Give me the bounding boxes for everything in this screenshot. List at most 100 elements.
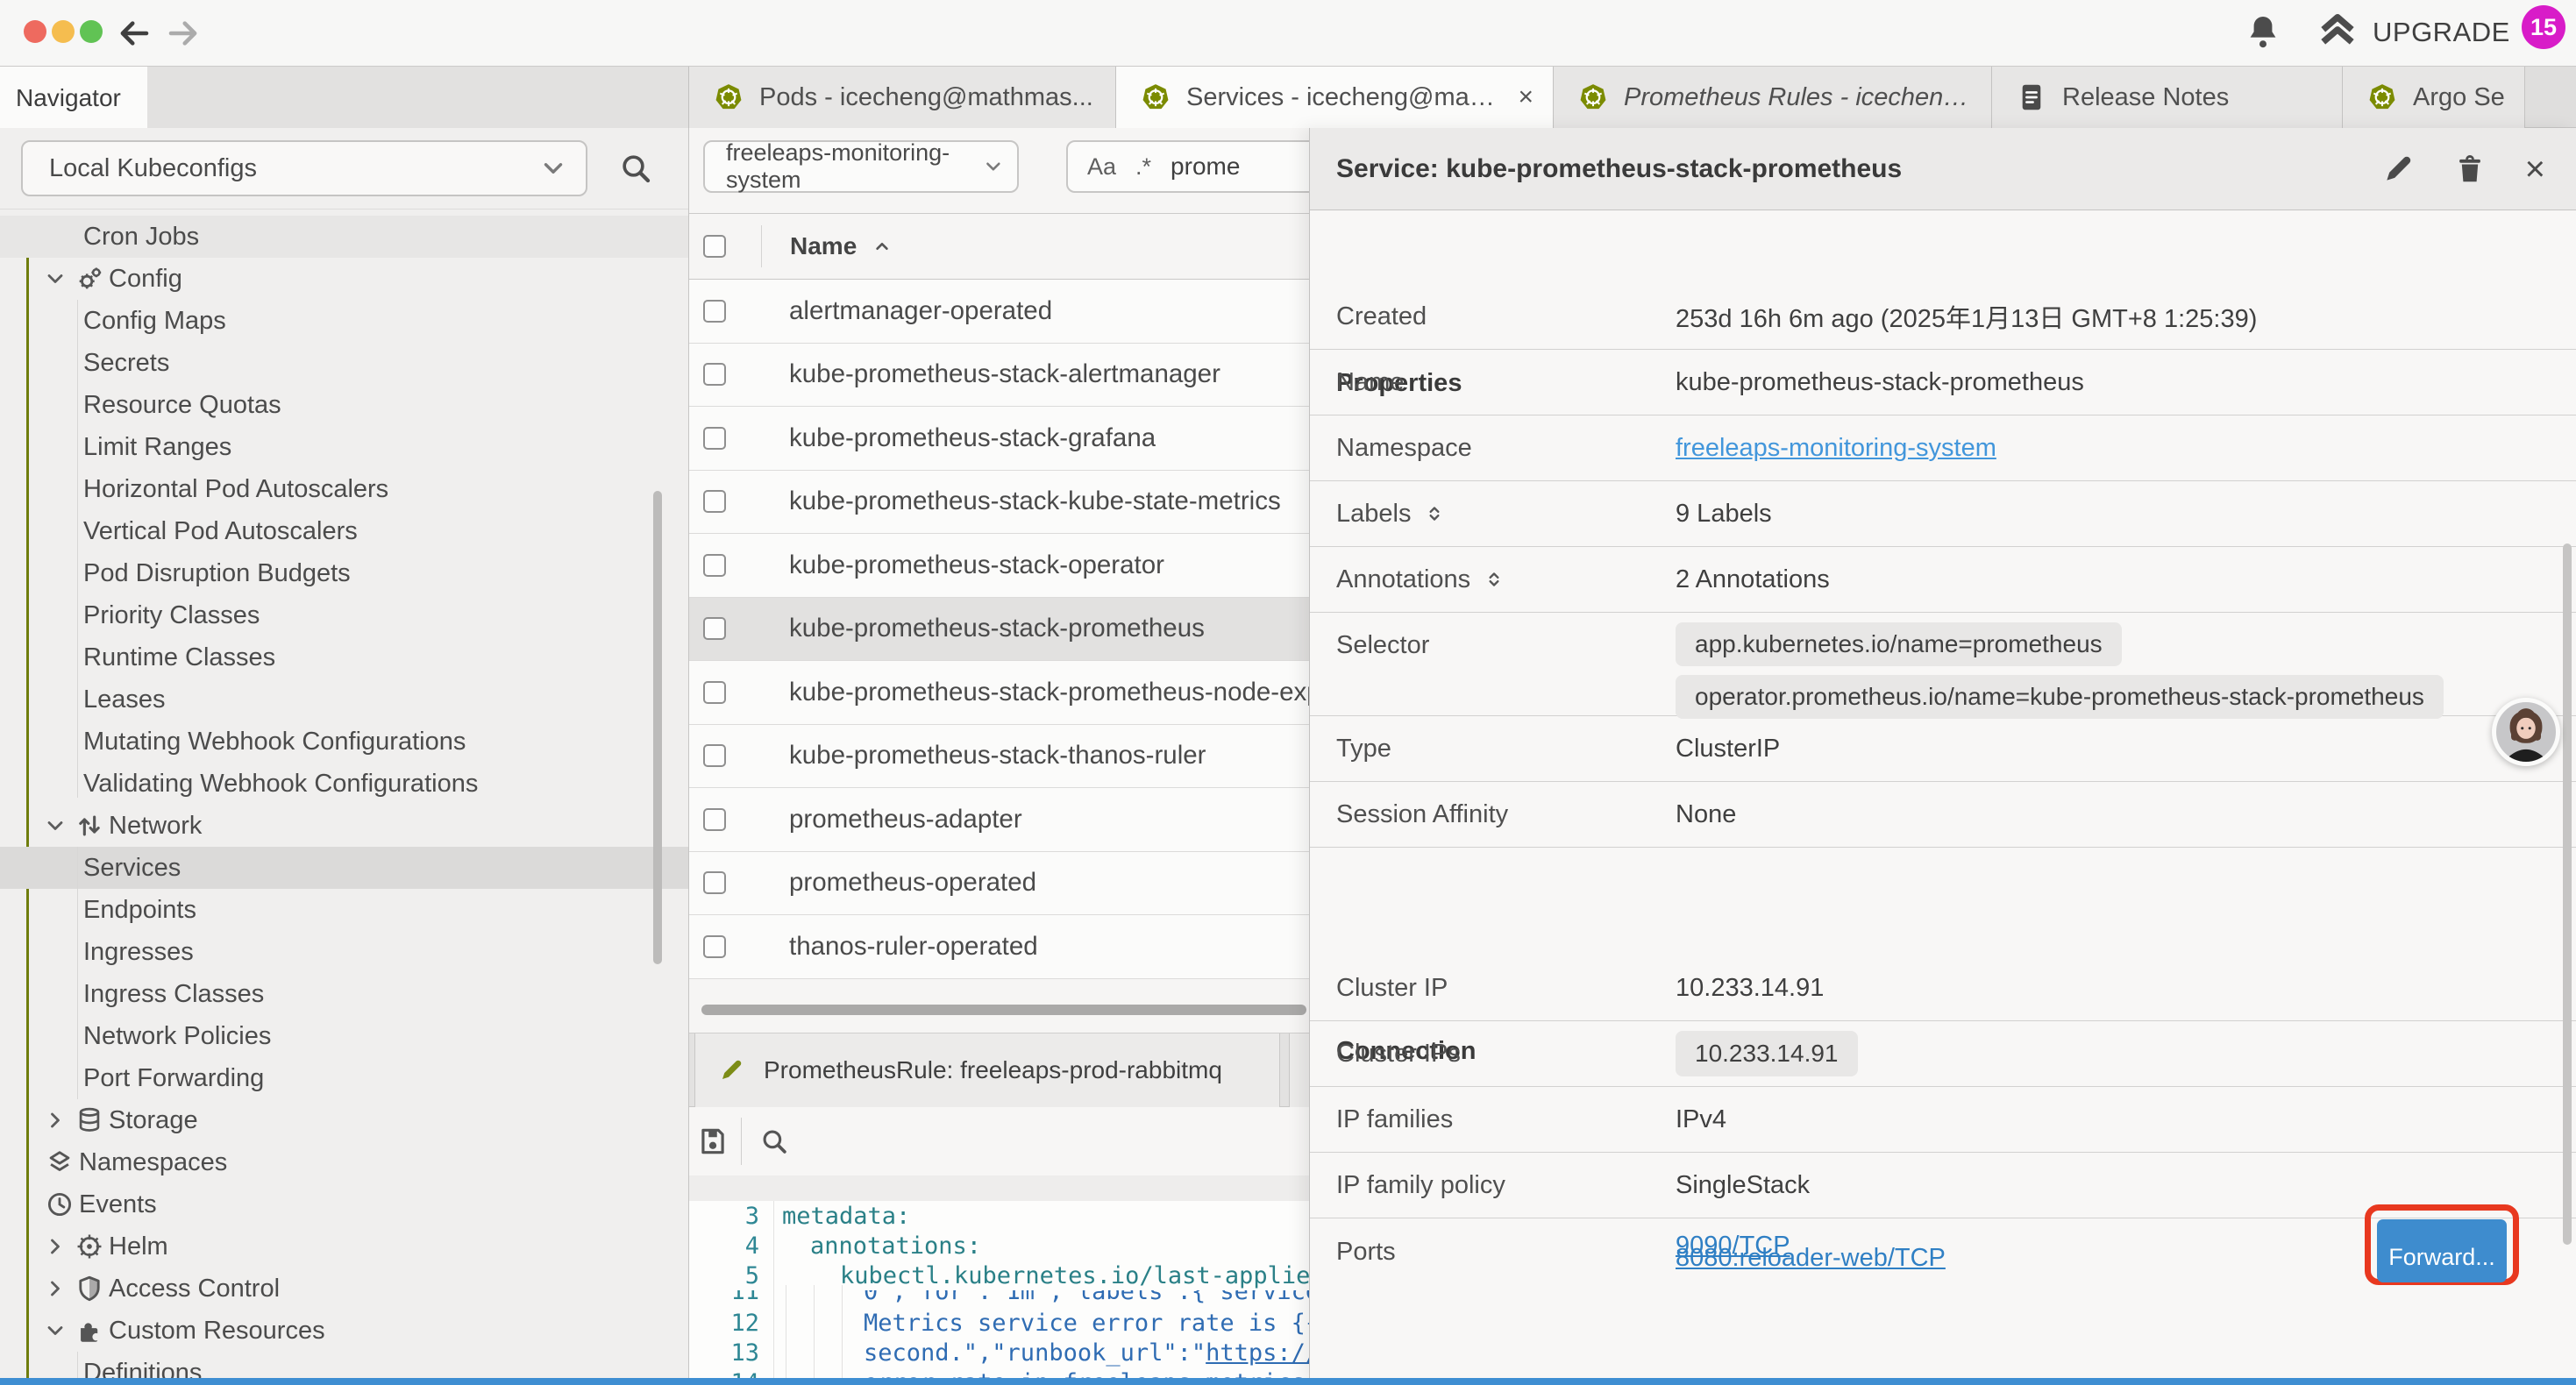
row-checkbox[interactable]: [703, 617, 726, 640]
tree-chevron-icon[interactable]: [40, 1276, 70, 1301]
tree-item[interactable]: Config Maps: [0, 300, 689, 342]
sort-icon[interactable]: [1423, 502, 1446, 525]
editor-search-icon[interactable]: [759, 1126, 789, 1156]
tree-item[interactable]: Validating Webhook Configurations: [0, 763, 689, 805]
kubeconfig-select[interactable]: Local Kubeconfigs: [21, 140, 587, 196]
row-checkbox[interactable]: [703, 871, 726, 894]
window-close-button[interactable]: [24, 20, 46, 43]
notification-count-badge[interactable]: 15: [2522, 5, 2565, 49]
horizontal-scrollbar[interactable]: [701, 1005, 1306, 1015]
service-row[interactable]: kube-prometheus-stack-prometheus: [689, 598, 1309, 662]
tree-item[interactable]: Limit Ranges: [0, 426, 689, 468]
tree-item[interactable]: Ingress Classes: [0, 973, 689, 1015]
yaml-editor[interactable]: 3 metadata: 4 annotations: 5 kubectl.kub…: [689, 1201, 1309, 1385]
sort-icon[interactable]: [1483, 568, 1505, 591]
detail-label: Created: [1310, 302, 1676, 331]
navigator-scrollbar[interactable]: [653, 491, 662, 964]
window-maximize-button[interactable]: [80, 20, 103, 43]
row-checkbox[interactable]: [703, 935, 726, 958]
tree-item[interactable]: Pod Disruption Budgets: [0, 552, 689, 594]
forward-button[interactable]: Forward...: [2377, 1232, 2507, 1282]
tree-group-icon: [70, 1274, 109, 1303]
tree-item[interactable]: Events: [0, 1183, 689, 1225]
properties-rows: Created 253d 16h 6m ago (2025年1月13日 GMT+…: [1310, 284, 2576, 613]
tree-item[interactable]: Resource Quotas: [0, 384, 689, 426]
service-row[interactable]: kube-prometheus-stack-operator: [689, 534, 1309, 598]
save-icon[interactable]: [696, 1125, 729, 1158]
resource-search-input[interactable]: Aa .* prome: [1066, 140, 1309, 193]
match-case-toggle[interactable]: Aa: [1087, 153, 1116, 181]
tree-item[interactable]: Network Policies: [0, 1015, 689, 1057]
service-row[interactable]: thanos-ruler-operated: [689, 915, 1309, 979]
service-row[interactable]: kube-prometheus-stack-kube-state-metrics: [689, 471, 1309, 535]
close-icon[interactable]: ×: [2525, 152, 2545, 187]
window-minimize-button[interactable]: [52, 20, 75, 43]
tree-item[interactable]: Network: [0, 805, 689, 847]
tree-item[interactable]: Ingresses: [0, 931, 689, 973]
cluster-tab[interactable]: Services - icecheng@math... ×: [1116, 67, 1554, 128]
tree-chevron-icon[interactable]: [40, 1318, 70, 1343]
cluster-tab[interactable]: Prometheus Rules - icecheng...: [1554, 67, 1992, 128]
forward-arrow-icon[interactable]: [165, 15, 202, 52]
tree-item[interactable]: Cron Jobs: [0, 216, 689, 258]
row-checkbox[interactable]: [703, 808, 726, 831]
tree-item[interactable]: Helm: [0, 1225, 689, 1268]
service-row[interactable]: prometheus-operated: [689, 852, 1309, 916]
service-row[interactable]: kube-prometheus-stack-alertmanager: [689, 344, 1309, 408]
upgrade-button[interactable]: UPGRADE: [2315, 10, 2510, 55]
cluster-tab[interactable]: Pods - icecheng@mathmas...: [689, 67, 1116, 128]
navigator-tab[interactable]: Navigator: [0, 67, 147, 129]
tree-item[interactable]: Priority Classes: [0, 594, 689, 636]
tree-item[interactable]: Config: [0, 258, 689, 300]
cluster-tab[interactable]: Release Notes: [1992, 67, 2343, 128]
row-checkbox[interactable]: [703, 744, 726, 767]
tree-chevron-icon[interactable]: [40, 1108, 70, 1133]
tree-item[interactable]: Leases: [0, 678, 689, 721]
row-checkbox[interactable]: [703, 681, 726, 704]
tree-item[interactable]: Horizontal Pod Autoscalers: [0, 468, 689, 510]
port-link[interactable]: 8080:reloader-web/TCP: [1676, 1244, 1946, 1273]
tab-close-icon[interactable]: ×: [1518, 84, 1534, 110]
row-checkbox[interactable]: [703, 300, 726, 323]
editor-tab-partial[interactable]: [1289, 1033, 1309, 1107]
row-checkbox[interactable]: [703, 554, 726, 577]
tree-item[interactable]: Secrets: [0, 342, 689, 384]
select-all-checkbox[interactable]: [703, 235, 726, 258]
row-checkbox[interactable]: [703, 490, 726, 513]
detail-scrollbar[interactable]: [2563, 543, 2572, 1245]
tree-chevron-icon[interactable]: [40, 266, 70, 291]
tree-item[interactable]: Vertical Pod Autoscalers: [0, 510, 689, 552]
tree-item[interactable]: Custom Resources: [0, 1310, 689, 1352]
editor-tab[interactable]: PrometheusRule: freeleaps-prod-rabbitmq: [694, 1033, 1280, 1107]
tree-item[interactable]: Namespaces: [0, 1141, 689, 1183]
service-row[interactable]: alertmanager-operated: [689, 280, 1309, 344]
row-checkbox[interactable]: [703, 427, 726, 450]
service-row[interactable]: kube-prometheus-stack-prometheus-node-ex…: [689, 661, 1309, 725]
tree-item[interactable]: Mutating Webhook Configurations: [0, 721, 689, 763]
detail-row: Type ClusterIP: [1310, 716, 2576, 782]
service-row[interactable]: kube-prometheus-stack-thanos-ruler: [689, 725, 1309, 789]
namespace-filter-select[interactable]: freeleaps-monitoring-system: [703, 140, 1019, 193]
navigator-search-icon[interactable]: [618, 151, 653, 186]
tree-item[interactable]: Endpoints: [0, 889, 689, 931]
cluster-tab[interactable]: Argo Se: [2343, 67, 2525, 128]
service-row[interactable]: prometheus-adapter: [689, 788, 1309, 852]
editor-tab-label: PrometheusRule: freeleaps-prod-rabbitmq: [764, 1056, 1222, 1084]
service-row[interactable]: kube-prometheus-stack-grafana: [689, 407, 1309, 471]
tree-chevron-icon[interactable]: [40, 813, 70, 838]
edit-pencil-icon[interactable]: [2381, 153, 2415, 186]
tree-item[interactable]: Runtime Classes: [0, 636, 689, 678]
notifications-bell-icon[interactable]: [2242, 11, 2284, 53]
code-indent-guide: [842, 1285, 843, 1385]
tree-item[interactable]: Services: [0, 847, 689, 889]
name-column-header[interactable]: Name: [790, 232, 893, 260]
row-checkbox[interactable]: [703, 363, 726, 386]
tree-item[interactable]: Port Forwarding: [0, 1057, 689, 1099]
tree-chevron-icon[interactable]: [40, 1234, 70, 1259]
back-arrow-icon[interactable]: [116, 15, 153, 52]
tree-item[interactable]: Access Control: [0, 1268, 689, 1310]
regex-toggle[interactable]: .*: [1135, 153, 1151, 181]
tree-item[interactable]: Storage: [0, 1099, 689, 1141]
avatar[interactable]: [2492, 698, 2560, 766]
delete-trash-icon[interactable]: [2453, 153, 2487, 186]
